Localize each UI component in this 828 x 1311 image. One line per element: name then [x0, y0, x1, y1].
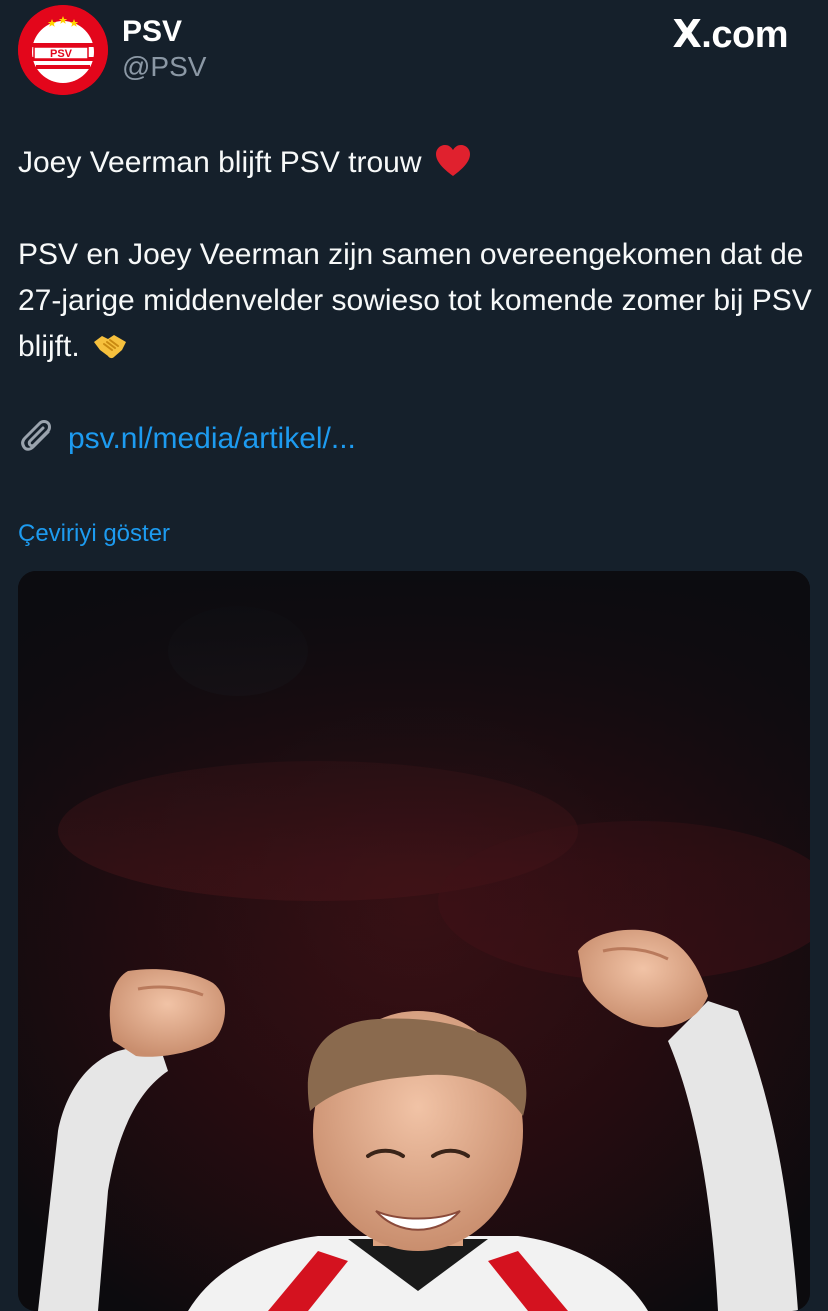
x-logo-icon: X	[672, 12, 702, 56]
x-brand-logo: X.com	[672, 12, 788, 57]
tweet-link-line: psv.nl/media/artikel/...	[18, 416, 818, 462]
tweet-paragraph-2: PSV en Joey Veerman zijn samen overeenge…	[18, 232, 818, 370]
player-photo	[18, 571, 810, 1311]
show-translation-link[interactable]: Çeviriyi göster	[18, 518, 170, 550]
psv-logo-icon: PSV	[18, 5, 108, 95]
display-name[interactable]: PSV	[122, 14, 182, 50]
svg-text:PSV: PSV	[50, 48, 73, 60]
brand-domain: .com	[701, 14, 788, 56]
tweet-link[interactable]: psv.nl/media/artikel/...	[68, 416, 356, 462]
tweet-media-photo[interactable]	[18, 571, 810, 1311]
tweet-header: PSV PSV @PSV X.com	[0, 0, 828, 110]
user-handle[interactable]: @PSV	[122, 50, 206, 84]
tweet-text: Joey Veerman blijft PSV trouw PSV en Joe…	[18, 140, 818, 462]
avatar[interactable]: PSV	[18, 5, 108, 95]
red-heart-emoji	[435, 145, 470, 176]
tweet-body: PSV en Joey Veerman zijn samen overeenge…	[18, 238, 812, 363]
paperclip-icon	[21, 420, 51, 451]
handshake-emoji	[94, 335, 127, 359]
tweet-line-1: Joey Veerman blijft PSV trouw	[18, 140, 818, 186]
tweet-headline: Joey Veerman blijft PSV trouw	[18, 146, 422, 179]
